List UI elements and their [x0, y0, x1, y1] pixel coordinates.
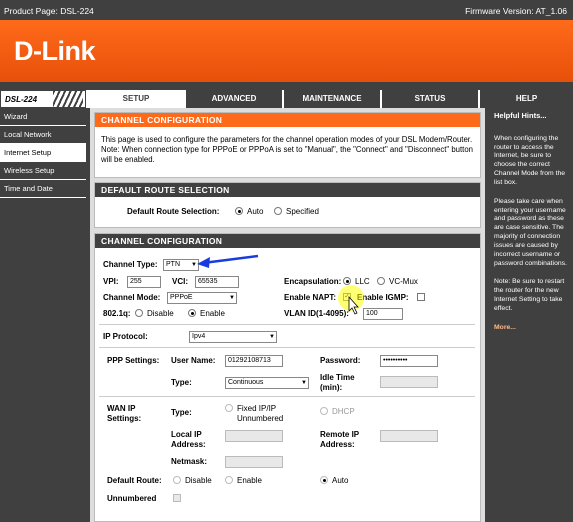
hints-paragraph-2: Please take care when entering your user… [494, 197, 567, 267]
enable-napt-checkbox[interactable]: ✓ [343, 293, 351, 301]
netmask-input[interactable] [225, 456, 283, 468]
fixed-ip-label: Fixed IP/IP Unnumbered [237, 404, 284, 423]
hints-more-link[interactable]: More... [494, 324, 570, 333]
ip-protocol-label: IP Protocol: [103, 332, 148, 341]
sidebar: Wizard Local Network Internet Setup Wire… [0, 108, 86, 522]
helpful-hints-panel: Helpful Hints... When configuring the ro… [490, 108, 573, 522]
encapsulation-label: Encapsulation: [284, 277, 342, 286]
default-route-label: Default Route: [107, 476, 162, 485]
encap-vcmux-radio[interactable] [377, 277, 385, 285]
enable-napt-label: Enable NAPT: [284, 293, 337, 302]
main-content: CHANNEL CONFIGURATION This page is used … [90, 108, 485, 522]
ppp-settings-label: PPP Settings: [107, 356, 160, 365]
main-tabs: SETUP ADVANCED MAINTENANCE STATUS HELP [86, 90, 573, 108]
username-label: User Name: [171, 356, 216, 365]
channel-mode-select[interactable]: PPPoE [167, 292, 237, 304]
default-route-specified-radio[interactable] [274, 207, 282, 215]
default-route-enable-label: Enable [237, 476, 262, 485]
ppp-type-label: Type: [171, 378, 192, 387]
password-label: Password: [320, 356, 361, 365]
channel-type-label: Channel Type: [103, 260, 158, 269]
netmask-label: Netmask: [171, 457, 208, 466]
model-badge: DSL-224 [0, 90, 86, 108]
encap-vcmux-label: VC-Mux [389, 277, 418, 286]
channel-type-select[interactable]: PTN [163, 259, 199, 271]
model-label: DSL-224 [5, 95, 38, 104]
vlan-id-label: VLAN ID(1-4095): [284, 309, 349, 318]
enable-igmp-checkbox[interactable] [417, 293, 425, 301]
default-route-disable-radio[interactable] [173, 476, 181, 484]
dlink-logo: D-Link [14, 36, 96, 66]
default-route-specified-label: Specified [286, 207, 319, 216]
unnumbered-checkbox[interactable] [173, 494, 181, 502]
vlan-id-input[interactable]: 100 [363, 308, 403, 320]
sidebar-item-wireless-setup[interactable]: Wireless Setup [0, 162, 86, 180]
default-route-panel: DEFAULT ROUTE SELECTION Default Route Se… [94, 182, 481, 228]
default-route-selection-label: Default Route Selection: [127, 207, 220, 216]
encap-llc-radio[interactable] [343, 277, 351, 285]
hints-title: Helpful Hints... [494, 111, 547, 120]
password-input[interactable]: •••••••••• [380, 355, 438, 367]
wan-ip-settings-label: WAN IP Settings: [107, 404, 142, 423]
wan-type-label: Type: [171, 408, 192, 417]
intro-text: This page is used to configure the param… [101, 135, 474, 165]
product-page-label: Product Page: DSL-224 [4, 6, 94, 16]
dot1q-enable-radio[interactable] [188, 309, 196, 317]
divider [99, 324, 475, 325]
tab-help[interactable]: HELP [478, 90, 573, 108]
top-bar: Product Page: DSL-224 Firmware Version: … [0, 0, 573, 20]
default-route-enable-radio[interactable] [225, 476, 233, 484]
idle-time-input[interactable] [380, 376, 438, 388]
dhcp-label: DHCP [332, 407, 355, 416]
username-input[interactable]: 01292108713 [225, 355, 283, 367]
local-ip-input[interactable] [225, 430, 283, 442]
divider [99, 347, 475, 348]
sidebar-item-local-network[interactable]: Local Network [0, 126, 86, 144]
vpi-input[interactable]: 255 [127, 276, 161, 288]
default-route-disable-label: Disable [185, 476, 212, 485]
model-stripes [53, 91, 83, 107]
vpi-label: VPI: [103, 277, 119, 286]
hints-paragraph-1: When configuring the router to access th… [494, 134, 566, 186]
fixed-ip-radio[interactable] [225, 404, 233, 412]
default-route-auto-radio[interactable] [235, 207, 243, 215]
remote-ip-label: Remote IP Address: [320, 430, 359, 449]
intro-title: CHANNEL CONFIGURATION [95, 113, 480, 127]
channel-config-panel: CHANNEL CONFIGURATION Channel Type: PTN … [94, 233, 481, 522]
dot1q-disable-radio[interactable] [135, 309, 143, 317]
default-route-auto-label: Auto [332, 476, 349, 485]
sidebar-item-internet-setup[interactable]: Internet Setup [0, 144, 86, 162]
default-route-auto-radio[interactable] [320, 476, 328, 484]
intro-panel: CHANNEL CONFIGURATION This page is used … [94, 112, 481, 178]
vci-input[interactable]: 65535 [195, 276, 239, 288]
dhcp-radio[interactable] [320, 407, 328, 415]
unnumbered-label: Unnumbered [107, 494, 157, 503]
ppp-type-select[interactable]: Continuous [225, 377, 309, 389]
tab-maintenance[interactable]: MAINTENANCE [282, 90, 380, 108]
default-route-auto-label: Auto [247, 207, 264, 216]
firmware-version-label: Firmware Version: AT_1.06 [465, 6, 567, 16]
banner-divider [0, 82, 573, 90]
divider [99, 396, 475, 397]
dot1q-enable-label: Enable [200, 309, 225, 318]
ip-protocol-select[interactable]: Ipv4 [189, 331, 277, 343]
local-ip-label: Local IP Address: [171, 430, 206, 449]
hints-paragraph-3: Note: Be sure to restart the router for … [494, 278, 565, 312]
dot1q-disable-label: Disable [147, 309, 174, 318]
remote-ip-input[interactable] [380, 430, 438, 442]
vci-label: VCI: [172, 277, 188, 286]
sidebar-item-wizard[interactable]: Wizard [0, 108, 86, 126]
encap-llc-label: LLC [355, 277, 370, 286]
channel-config-title: CHANNEL CONFIGURATION [95, 234, 480, 248]
tab-setup[interactable]: SETUP [86, 90, 184, 108]
default-route-title: DEFAULT ROUTE SELECTION [95, 183, 480, 197]
brand-banner: D-Link [0, 20, 573, 82]
dot1q-label: 802.1q: [103, 309, 131, 318]
enable-igmp-label: Enable IGMP: [357, 293, 409, 302]
sidebar-item-time-and-date[interactable]: Time and Date [0, 180, 86, 198]
idle-time-label: Idle Time (min): [320, 373, 355, 392]
channel-mode-label: Channel Mode: [103, 293, 161, 302]
tab-advanced[interactable]: ADVANCED [184, 90, 282, 108]
tab-status[interactable]: STATUS [380, 90, 478, 108]
